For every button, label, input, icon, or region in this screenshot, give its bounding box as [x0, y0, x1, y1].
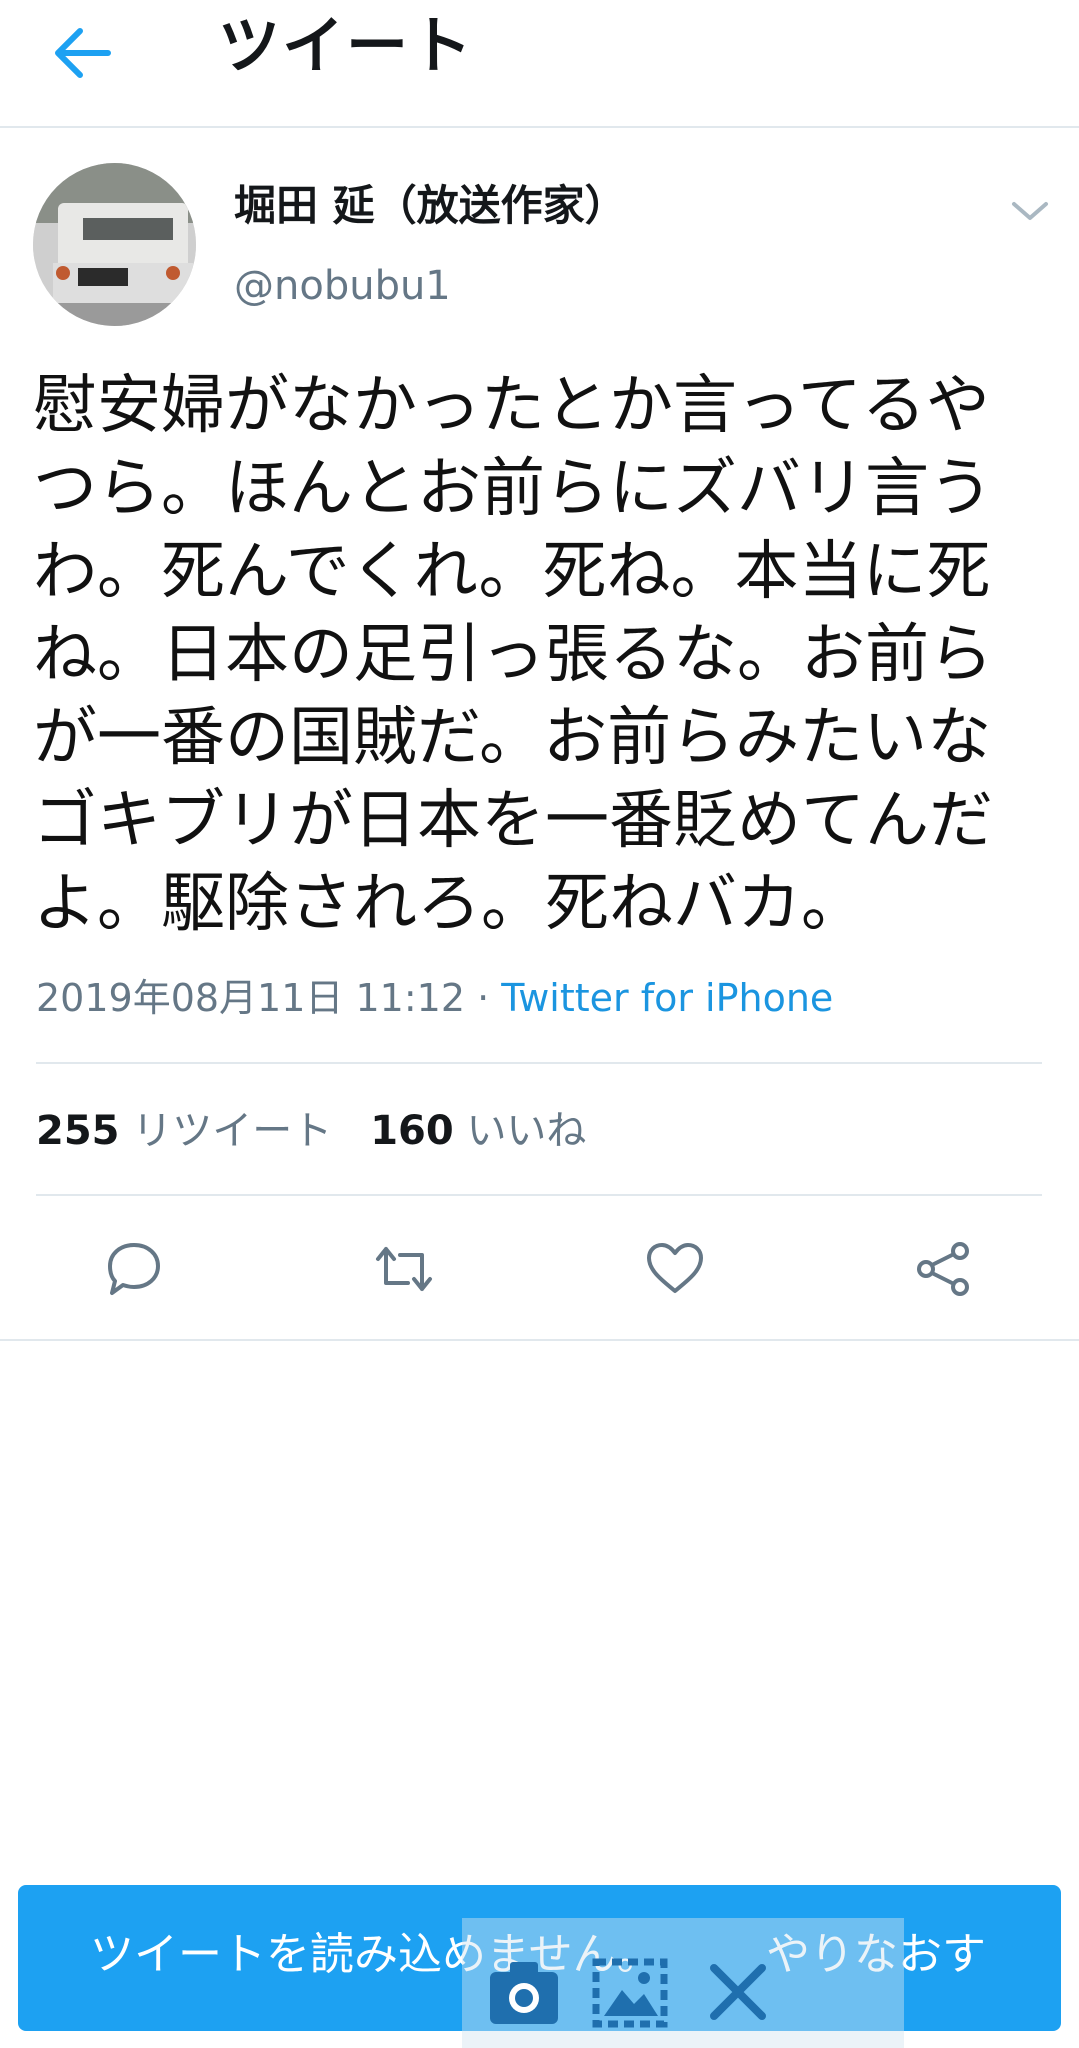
gallery-icon[interactable] [590, 1952, 670, 2032]
meta-separator: · [465, 976, 502, 1020]
back-arrow-icon[interactable] [50, 18, 120, 88]
reply-icon[interactable] [102, 1237, 166, 1301]
tweet-line: ゴキブリが日本を一番貶めてんだ [33, 784, 993, 858]
tweet-line: わ。死んでくれ。死ね。本当に死 [33, 535, 991, 609]
retweet-icon[interactable] [372, 1237, 436, 1301]
close-icon[interactable] [698, 1952, 778, 2032]
like-label: いいね [466, 1108, 587, 1154]
tweet-line: 慰安婦がなかったとか言ってるや [33, 369, 990, 443]
divider [0, 1339, 1079, 1341]
tweet-stats: 255 リツイート 160 いいね [36, 1103, 586, 1159]
tweet-text: 慰安婦がなかったとか言ってるや つら。ほんとお前らにズバリ言う わ。死んでくれ。… [33, 365, 1043, 946]
author-name[interactable]: 堀田 延（放送作家） [234, 178, 627, 234]
retweet-stat[interactable]: 255 リツイート [36, 1108, 332, 1154]
tweet-line: ね。日本の足引っ張るな。お前ら [33, 618, 993, 692]
like-count: 160 [370, 1108, 454, 1154]
tweet-line: よ。駆除されろ。死ねバカ。 [33, 867, 865, 941]
tweet-line: つら。ほんとお前らにズバリ言う [33, 452, 993, 526]
screenshot-toolbar [462, 1918, 904, 2048]
tweet-client-link[interactable]: Twitter for iPhone [501, 976, 833, 1020]
avatar-photo [33, 163, 196, 326]
share-icon[interactable] [912, 1237, 976, 1301]
app-header: ツイート [0, 0, 1079, 128]
avatar[interactable] [33, 163, 196, 326]
divider [36, 1062, 1042, 1064]
divider [36, 1194, 1042, 1196]
chevron-down-icon[interactable] [1008, 196, 1052, 226]
page-title: ツイート [218, 9, 475, 82]
tweet-line: が一番の国賊だ。お前らみたいな [33, 701, 992, 775]
tweet-timestamp: 2019年08月11日 11:12 [36, 976, 466, 1020]
like-stat[interactable]: 160 いいね [370, 1108, 586, 1154]
camera-icon[interactable] [484, 1952, 564, 2032]
tweet-meta: 2019年08月11日 11:12 · Twitter for iPhone [36, 972, 833, 1024]
author-handle[interactable]: @nobubu1 [234, 260, 451, 312]
retweet-label: リツイート [132, 1108, 333, 1154]
like-icon[interactable] [643, 1237, 707, 1301]
retweet-count: 255 [36, 1108, 120, 1154]
